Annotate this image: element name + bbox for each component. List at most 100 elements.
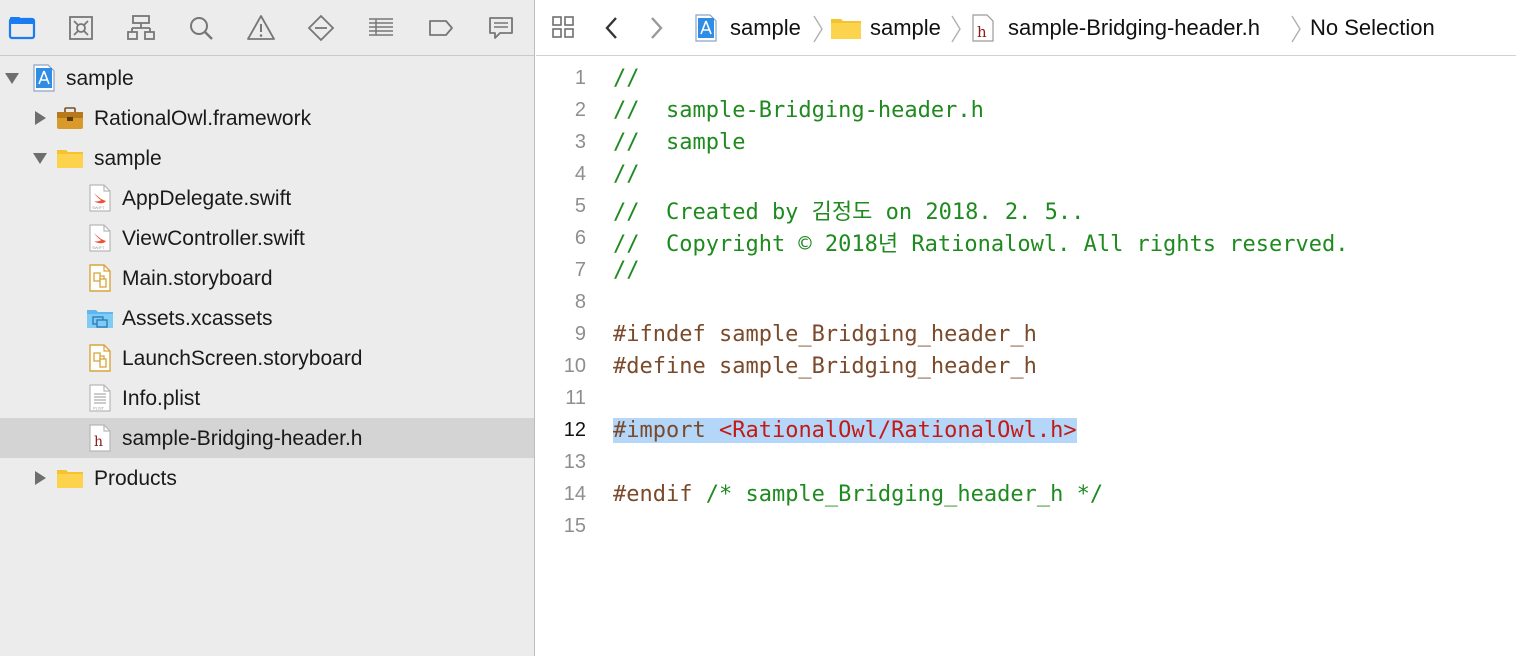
line-number: 5	[574, 195, 586, 217]
grid-icon	[552, 16, 574, 38]
tree-item-label: ViewController.swift	[122, 227, 305, 250]
breadcrumb-project[interactable]: sample	[692, 0, 801, 56]
tree-item-label: AppDelegate.swift	[122, 187, 292, 210]
tree-item-label: sample	[66, 67, 134, 90]
forward-button[interactable]	[646, 0, 666, 56]
framework-toolbox-icon	[57, 107, 83, 129]
breakpoint-navigator-icon[interactable]	[424, 12, 458, 44]
breadcrumb-separator-icon	[813, 15, 823, 43]
code-line: 7 //	[536, 254, 1516, 286]
symbol-navigator-icon[interactable]	[124, 12, 158, 44]
code-line-current: 12 #import <RationalOwl/RationalOwl.h>	[536, 414, 1516, 446]
line-text: // sample	[613, 130, 746, 155]
line-text: // sample-Bridging-header.h	[613, 98, 984, 123]
swift-file-icon: SWIFT	[89, 184, 111, 212]
disclosure-collapsed-icon[interactable]	[32, 470, 48, 486]
code-line: 5 // Created by 김정도 on 2018. 2. 5..	[536, 190, 1516, 225]
tree-item-sample-group[interactable]: sample	[0, 138, 534, 178]
breadcrumb-symbol[interactable]: No Selection	[1310, 0, 1435, 56]
line-number: 11	[565, 387, 586, 409]
tree-item-appdelegate-swift[interactable]: SWIFT AppDelegate.swift	[0, 178, 534, 218]
tree-item-label: RationalOwl.framework	[94, 107, 312, 130]
tree-item-products[interactable]: Products	[0, 458, 534, 498]
tree-item-launchscreen-storyboard[interactable]: LaunchScreen.storyboard	[0, 338, 534, 378]
tree-item-assets-xcassets[interactable]: Assets.xcassets	[0, 298, 534, 338]
line-number: 10	[563, 355, 586, 377]
breadcrumb-separator-icon	[951, 15, 961, 43]
tree-item-label: Info.plist	[122, 387, 201, 410]
svg-text:SWIFT: SWIFT	[92, 245, 105, 250]
import-path-string: <RationalOwl/RationalOwl.h>	[718, 418, 1077, 443]
line-text: //	[613, 258, 640, 283]
tree-item-label: LaunchScreen.storyboard	[122, 347, 363, 370]
code-line: 10 #define sample_Bridging_header_h	[536, 350, 1516, 382]
navigator-toolbar	[0, 0, 534, 56]
source-editor: sample sample h sample-Bridging-header.h…	[536, 0, 1516, 656]
code-line: 9 #ifndef sample_Bridging_header_h	[536, 318, 1516, 350]
svg-text:h: h	[94, 434, 103, 450]
project-navigator: sample RationalOwl.framework sample SWIF…	[0, 0, 535, 656]
svg-text:h: h	[977, 23, 987, 41]
asset-catalog-icon	[87, 310, 113, 328]
import-directive: #import	[613, 418, 719, 443]
project-navigator-icon[interactable]	[5, 12, 39, 44]
line-number: 2	[574, 99, 586, 121]
line-number: 7	[574, 259, 586, 281]
code-line: 4 //	[536, 158, 1516, 190]
breadcrumb-label: No Selection	[1310, 15, 1435, 40]
disclosure-expanded-icon[interactable]	[4, 70, 20, 86]
tree-item-viewcontroller-swift[interactable]: SWIFT ViewController.swift	[0, 218, 534, 258]
find-navigator-icon[interactable]	[184, 12, 218, 44]
chevron-left-icon	[605, 17, 617, 39]
code-line: 13	[536, 446, 1516, 478]
code-line: 11	[536, 382, 1516, 414]
tree-item-bridging-header[interactable]: h sample-Bridging-header.h	[0, 418, 534, 458]
xcode-project-icon	[695, 14, 717, 42]
header-file-icon: h	[972, 14, 994, 42]
line-text-selected: #import <RationalOwl/RationalOwl.h>	[613, 418, 1077, 443]
source-control-icon[interactable]	[64, 12, 98, 44]
header-file-icon: h	[89, 424, 111, 452]
test-navigator-icon[interactable]	[304, 12, 338, 44]
code-line: 14 #endif /* sample_Bridging_header_h */	[536, 478, 1516, 510]
tree-item-main-storyboard[interactable]: Main.storyboard	[0, 258, 534, 298]
breadcrumb-label: sample	[870, 15, 941, 40]
jump-bar: sample sample h sample-Bridging-header.h…	[536, 0, 1516, 56]
breadcrumb-label: sample-Bridging-header.h	[1008, 15, 1260, 40]
breadcrumb-separator-icon	[1291, 15, 1301, 43]
issue-navigator-icon[interactable]	[244, 12, 278, 44]
breadcrumb-group[interactable]: sample	[830, 0, 941, 56]
tree-item-sample-project[interactable]: sample	[0, 58, 534, 98]
tree-item-info-plist[interactable]: PLIST Info.plist	[0, 378, 534, 418]
line-number: 15	[563, 515, 586, 537]
disclosure-expanded-icon[interactable]	[32, 150, 48, 166]
line-number: 8	[574, 291, 586, 313]
swift-file-icon: SWIFT	[89, 224, 111, 252]
back-button[interactable]	[602, 0, 622, 56]
debug-navigator-icon[interactable]	[364, 12, 398, 44]
tree-item-rationalowl-framework[interactable]: RationalOwl.framework	[0, 98, 534, 138]
folder-icon	[57, 470, 83, 488]
tree-item-label: Main.storyboard	[122, 267, 273, 290]
svg-text:PLIST: PLIST	[93, 406, 105, 411]
line-text: #define sample_Bridging_header_h	[613, 354, 1037, 379]
xcode-project-icon	[33, 64, 55, 92]
folder-icon	[57, 150, 83, 168]
related-items-button[interactable]	[550, 0, 578, 56]
line-number: 12	[563, 419, 586, 441]
line-number: 6	[574, 227, 586, 249]
storyboard-file-icon	[89, 344, 111, 372]
endif-directive: #endif	[613, 482, 706, 507]
line-text: //	[613, 162, 640, 187]
breadcrumb-label: sample	[730, 15, 801, 40]
breadcrumb-file[interactable]: h sample-Bridging-header.h	[970, 0, 1260, 56]
disclosure-collapsed-icon[interactable]	[32, 110, 48, 126]
tree-item-label: Assets.xcassets	[122, 307, 273, 330]
plist-file-icon: PLIST	[89, 384, 111, 412]
chevron-right-icon	[651, 17, 663, 39]
report-navigator-icon[interactable]	[484, 12, 518, 44]
code-line: 2 // sample-Bridging-header.h	[536, 94, 1516, 126]
tree-item-label: Products	[94, 467, 177, 490]
line-number: 9	[574, 323, 586, 345]
code-line: 15	[536, 510, 1516, 542]
